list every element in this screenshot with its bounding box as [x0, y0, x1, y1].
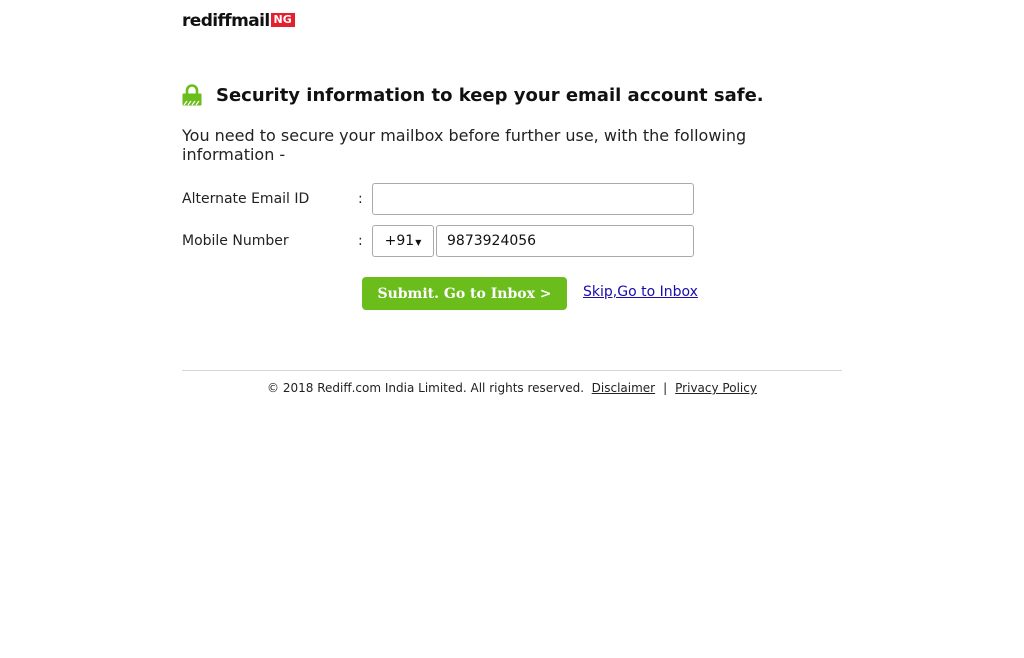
alternate-email-input[interactable]	[372, 183, 694, 215]
security-heading-row: Security information to keep your email …	[182, 84, 764, 106]
mobile-number-label: Mobile Number	[182, 233, 289, 249]
submit-go-to-inbox-button[interactable]: Submit. Go to Inbox >	[362, 277, 567, 310]
footer: © 2018 Rediff.com India Limited. All rig…	[182, 381, 842, 395]
footer-separator: |	[663, 381, 668, 395]
country-code-select[interactable]: +91 ▼	[372, 225, 434, 257]
form-actions: Submit. Go to Inbox > Skip,Go to Inbox	[362, 277, 698, 310]
logo-text: rediffmail	[182, 11, 270, 31]
copyright-text: © 2018 Rediff.com India Limited. All rig…	[267, 381, 585, 395]
disclaimer-link[interactable]: Disclaimer	[592, 381, 655, 395]
rediffmail-logo: rediffmail NG	[182, 12, 295, 30]
logo-badge: NG	[270, 13, 295, 27]
caret-down-icon: ▼	[415, 237, 422, 247]
mobile-number-row: Mobile Number : +91 ▼	[182, 225, 694, 257]
country-code-value: +91	[384, 233, 415, 249]
footer-divider	[182, 370, 842, 371]
skip-go-to-inbox-link[interactable]: Skip,Go to Inbox	[583, 284, 698, 300]
page-title: Security information to keep your email …	[216, 84, 764, 106]
mobile-number-input[interactable]	[436, 225, 694, 257]
colon: :	[358, 233, 363, 249]
alternate-email-row: Alternate Email ID :	[182, 183, 694, 215]
intro-text: You need to secure your mailbox before f…	[182, 126, 747, 164]
colon: :	[358, 191, 363, 207]
lock-icon	[182, 84, 202, 106]
alternate-email-label: Alternate Email ID	[182, 191, 310, 207]
privacy-policy-link[interactable]: Privacy Policy	[675, 381, 757, 395]
